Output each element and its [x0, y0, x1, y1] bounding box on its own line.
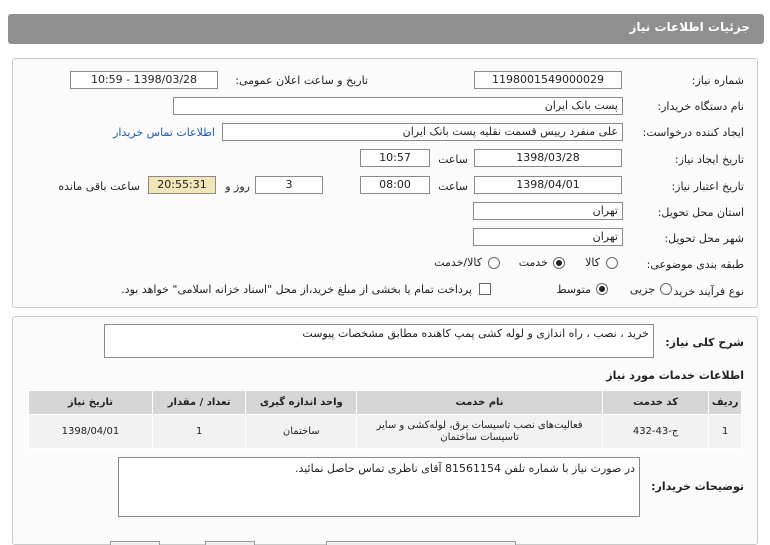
- valid-date-label: تاریخ اعتبار نیاز:: [671, 180, 744, 193]
- category-option-service: خدمت: [518, 256, 548, 269]
- buyer-org-field[interactable]: پست بانک ایران: [173, 97, 623, 115]
- remaining-time-field: 20:55:31: [148, 176, 216, 194]
- valid-time-label: ساعت: [438, 180, 468, 193]
- city-field[interactable]: تهران: [473, 228, 623, 246]
- bottom-button-1[interactable]: [110, 541, 160, 545]
- col-service-name: نام خدمت: [356, 390, 603, 415]
- buyer-contact-link[interactable]: اطلاعات تماس خریدار: [113, 126, 215, 139]
- days-label: روز و: [225, 180, 250, 193]
- cell-service-name: فعالیت‌های نصب تاسیسات برق، لوله‌کشی و س…: [356, 414, 603, 449]
- cell-quantity: 1: [151, 414, 247, 449]
- purchase-option-minor: جزیی: [629, 283, 655, 296]
- need-number-label: شماره نیاز:: [691, 74, 744, 87]
- days-field[interactable]: 3: [255, 176, 323, 194]
- remaining-label: ساعت باقی مانده: [58, 180, 140, 193]
- col-quantity: تعداد / مقدار: [151, 390, 247, 415]
- treasury-payment-note: پرداخت تمام یا بخشی از مبلغ خرید،از محل …: [121, 283, 472, 296]
- cell-row-number: 1: [708, 414, 742, 449]
- category-option-goods: کالا: [585, 256, 600, 269]
- buyer-org-label: نام دستگاه خریدار:: [657, 100, 744, 113]
- purchase-radio-medium[interactable]: [596, 283, 608, 295]
- category-label: طبقه بندی موضوعی:: [646, 258, 744, 271]
- buyer-notes-field[interactable]: در صورت نیاز با شماره تلفن 81561154 آقای…: [118, 457, 640, 517]
- created-time-label: ساعت: [438, 153, 468, 166]
- category-radio-both[interactable]: [488, 257, 500, 269]
- cell-service-code: ج-43-432: [601, 414, 710, 449]
- services-table: تاریخ نیاز تعداد / مقدار واحد اندازه گیر…: [28, 390, 742, 449]
- category-option-both: کالا/خدمت: [434, 256, 482, 269]
- created-date-field[interactable]: 1398/03/28: [474, 149, 622, 167]
- header-bar: جزئیات اطلاعات نیاز: [8, 14, 764, 44]
- category-radio-goods[interactable]: [606, 257, 618, 269]
- announce-label: تاریخ و ساعت اعلان عمومی:: [235, 74, 368, 87]
- summary-field[interactable]: خرید ، نصب ، راه اندازی و لوله کشی پمپ ک…: [104, 324, 654, 358]
- requester-label: ایجاد کننده درخواست:: [642, 126, 744, 139]
- summary-label: شرح کلی نیاز:: [665, 336, 744, 349]
- bottom-button-3[interactable]: [326, 541, 516, 545]
- requester-field[interactable]: علی منفرد رییس قسمت نقلیه پست بانک ایران: [222, 123, 623, 141]
- city-label: شهر محل تحویل:: [664, 232, 744, 245]
- table-row[interactable]: 1398/04/01 1 ساختمان فعالیت‌های نصب تاسی…: [28, 414, 742, 449]
- col-row-number: ردیف: [708, 390, 742, 415]
- treasury-payment-checkbox[interactable]: [479, 283, 491, 295]
- valid-time-field[interactable]: 08:00: [360, 176, 430, 194]
- need-number-field[interactable]: 1198001549000029: [474, 71, 622, 89]
- page-title: جزئیات اطلاعات نیاز: [629, 20, 750, 34]
- purchase-type-label: نوع فرآیند خرید :: [666, 285, 744, 298]
- services-section-title: اطلاعات خدمات مورد نیاز: [606, 369, 744, 382]
- created-date-label: تاریخ ایجاد نیاز:: [674, 153, 744, 166]
- announce-field[interactable]: 1398/03/28 - 10:59: [70, 71, 218, 89]
- created-time-field[interactable]: 10:57: [360, 149, 430, 167]
- page-header: جزئیات اطلاعات نیاز: [0, 0, 770, 48]
- province-field[interactable]: تهران: [473, 202, 623, 220]
- buyer-notes-label: توضیحات خریدار:: [651, 480, 744, 493]
- purchase-option-medium: متوسط: [556, 283, 591, 296]
- province-label: استان محل تحویل:: [657, 206, 744, 219]
- col-need-date: تاریخ نیاز: [28, 390, 153, 415]
- valid-date-field[interactable]: 1398/04/01: [474, 176, 622, 194]
- services-header-row: تاریخ نیاز تعداد / مقدار واحد اندازه گیر…: [28, 390, 742, 415]
- category-radio-service[interactable]: [553, 257, 565, 269]
- purchase-radio-minor[interactable]: [660, 283, 672, 295]
- bottom-button-2[interactable]: [205, 541, 255, 545]
- col-service-code: کد خدمت: [601, 390, 710, 415]
- cell-need-date: 1398/04/01: [28, 414, 153, 449]
- col-unit: واحد اندازه گیری: [245, 390, 358, 415]
- cell-unit: ساختمان: [245, 414, 358, 449]
